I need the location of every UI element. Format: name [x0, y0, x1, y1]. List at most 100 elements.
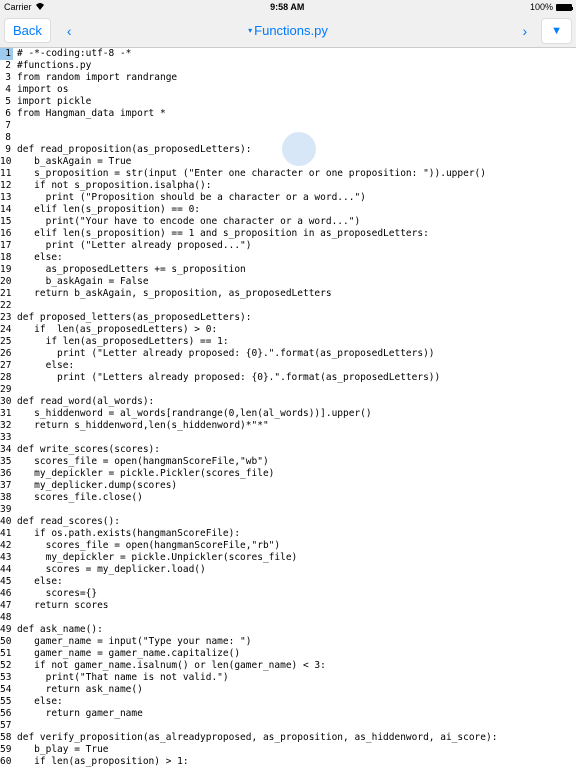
code-line[interactable]: 53 print("That name is not valid.") — [0, 672, 576, 684]
code-line[interactable]: 7 — [0, 120, 576, 132]
code-line[interactable]: 20 b_askAgain = False — [0, 276, 576, 288]
code-line[interactable]: 18 else: — [0, 252, 576, 264]
file-title-dropdown[interactable]: ▾ Functions.py — [248, 23, 328, 38]
code-line[interactable]: 22 — [0, 300, 576, 312]
code-line[interactable]: 28 print ("Letters already proposed: {0}… — [0, 372, 576, 384]
code-line[interactable]: 32 return s_hiddenword,len(s_hiddenword)… — [0, 420, 576, 432]
code-line[interactable]: 46 scores={} — [0, 588, 576, 600]
code-text: def read_word(al_words): — [13, 396, 154, 408]
code-line[interactable]: 8 — [0, 132, 576, 144]
line-number: 2 — [0, 60, 13, 72]
line-number: 51 — [0, 648, 13, 660]
code-line[interactable]: 12 if not s_proposition.isalpha(): — [0, 180, 576, 192]
prev-file-button[interactable]: ‹ — [57, 19, 82, 43]
code-text: return scores — [13, 600, 109, 612]
code-text: elif len(s_proposition) == 0: — [13, 204, 200, 216]
code-text: else: — [13, 252, 63, 264]
code-text: scores_file = open(hangmanScoreFile,"wb"… — [13, 456, 269, 468]
code-line[interactable]: 49def ask_name(): — [0, 624, 576, 636]
code-line[interactable]: 2#functions.py — [0, 60, 576, 72]
code-line[interactable]: 55 else: — [0, 696, 576, 708]
line-number: 29 — [0, 384, 13, 396]
code-line[interactable]: 50 gamer_name = input("Type your name: "… — [0, 636, 576, 648]
code-text: def ask_name(): — [13, 624, 103, 636]
line-number: 18 — [0, 252, 13, 264]
menu-button[interactable]: ▼ — [541, 18, 572, 44]
code-line[interactable]: 26 print ("Letter already proposed: {0}.… — [0, 348, 576, 360]
code-line[interactable]: 54 return ask_name() — [0, 684, 576, 696]
code-line[interactable]: 10 b_askAgain = True — [0, 156, 576, 168]
code-line[interactable]: 43 my_depickler = pickle.Unpickler(score… — [0, 552, 576, 564]
code-line[interactable]: 4import os — [0, 84, 576, 96]
code-line[interactable]: 31 s_hiddenword = al_words[randrange(0,l… — [0, 408, 576, 420]
back-button[interactable]: Back — [4, 18, 51, 43]
line-number: 39 — [0, 504, 13, 516]
code-line[interactable]: 45 else: — [0, 576, 576, 588]
code-line[interactable]: 11 s_proposition = str(input ("Enter one… — [0, 168, 576, 180]
code-line[interactable]: 29 — [0, 384, 576, 396]
status-bar: Carrier 9:58 AM 100% — [0, 0, 576, 14]
line-number: 21 — [0, 288, 13, 300]
code-text: print ("Letter already proposed...") — [13, 240, 252, 252]
code-line[interactable]: 13 print ("Proposition should be a chara… — [0, 192, 576, 204]
code-line[interactable]: 52 if not gamer_name.isalnum() or len(ga… — [0, 660, 576, 672]
code-line[interactable]: 59 b_play = True — [0, 744, 576, 756]
code-line[interactable]: 9def read_proposition(as_proposedLetters… — [0, 144, 576, 156]
code-line[interactable]: 41 if os.path.exists(hangmanScoreFile): — [0, 528, 576, 540]
next-file-button[interactable]: › — [512, 19, 537, 43]
code-text: scores = my_deplicker.load() — [13, 564, 206, 576]
code-line[interactable]: 15 print("Your have to encode one charac… — [0, 216, 576, 228]
code-line[interactable]: 57 — [0, 720, 576, 732]
code-line[interactable]: 33 — [0, 432, 576, 444]
code-text: print ("Letter already proposed: {0}.".f… — [13, 348, 435, 360]
code-line[interactable]: 42 scores_file = open(hangmanScoreFile,"… — [0, 540, 576, 552]
code-line[interactable]: 39 — [0, 504, 576, 516]
code-line[interactable]: 60 if len(as_proposition) > 1: — [0, 756, 576, 768]
wifi-icon — [35, 2, 45, 12]
code-line[interactable]: 17 print ("Letter already proposed...") — [0, 240, 576, 252]
code-line[interactable]: 27 else: — [0, 360, 576, 372]
code-line[interactable]: 36 my_depickler = pickle.Pickler(scores_… — [0, 468, 576, 480]
code-text: print ("Proposition should be a characte… — [13, 192, 366, 204]
code-line[interactable]: 16 elif len(s_proposition) == 1 and s_pr… — [0, 228, 576, 240]
line-number: 49 — [0, 624, 13, 636]
code-text: my_depickler = pickle.Unpickler(scores_f… — [13, 552, 297, 564]
code-line[interactable]: 5import pickle — [0, 96, 576, 108]
code-line[interactable]: 51 gamer_name = gamer_name.capitalize() — [0, 648, 576, 660]
code-text: if not gamer_name.isalnum() or len(gamer… — [13, 660, 326, 672]
line-number: 17 — [0, 240, 13, 252]
code-line[interactable]: 21 return b_askAgain, s_proposition, as_… — [0, 288, 576, 300]
code-text: scores_file = open(hangmanScoreFile,"rb"… — [13, 540, 280, 552]
code-line[interactable]: 34def write_scores(scores): — [0, 444, 576, 456]
code-editor[interactable]: 1# -*-coding:utf-8 -*2#functions.py3from… — [0, 48, 576, 768]
code-line[interactable]: 47 return scores — [0, 600, 576, 612]
code-line[interactable]: 24 if len(as_proposedLetters) > 0: — [0, 324, 576, 336]
code-text: from random import randrange — [13, 72, 177, 84]
line-number: 28 — [0, 372, 13, 384]
code-text: else: — [13, 696, 63, 708]
code-line[interactable]: 23def proposed_letters(as_proposedLetter… — [0, 312, 576, 324]
code-line[interactable]: 25 if len(as_proposedLetters) == 1: — [0, 336, 576, 348]
code-text: gamer_name = gamer_name.capitalize() — [13, 648, 240, 660]
code-line[interactable]: 3from random import randrange — [0, 72, 576, 84]
code-line[interactable]: 14 elif len(s_proposition) == 0: — [0, 204, 576, 216]
code-line[interactable]: 40def read_scores(): — [0, 516, 576, 528]
code-line[interactable]: 58def verify_proposition(as_alreadypropo… — [0, 732, 576, 744]
code-text: if len(as_proposedLetters) == 1: — [13, 336, 229, 348]
code-text: return s_hiddenword,len(s_hiddenword)*"*… — [13, 420, 269, 432]
code-line[interactable]: 48 — [0, 612, 576, 624]
code-line[interactable]: 56 return gamer_name — [0, 708, 576, 720]
code-text: if len(as_proposedLetters) > 0: — [13, 324, 217, 336]
code-line[interactable]: 44 scores = my_deplicker.load() — [0, 564, 576, 576]
code-line[interactable]: 1# -*-coding:utf-8 -* — [0, 48, 576, 60]
line-number: 9 — [0, 144, 13, 156]
code-text: def read_scores(): — [13, 516, 120, 528]
carrier-label: Carrier — [4, 2, 32, 12]
code-line[interactable]: 35 scores_file = open(hangmanScoreFile,"… — [0, 456, 576, 468]
code-line[interactable]: 30def read_word(al_words): — [0, 396, 576, 408]
code-line[interactable]: 38 scores_file.close() — [0, 492, 576, 504]
code-line[interactable]: 19 as_proposedLetters += s_proposition — [0, 264, 576, 276]
code-line[interactable]: 6from Hangman_data import * — [0, 108, 576, 120]
line-number: 26 — [0, 348, 13, 360]
code-line[interactable]: 37 my_deplicker.dump(scores) — [0, 480, 576, 492]
